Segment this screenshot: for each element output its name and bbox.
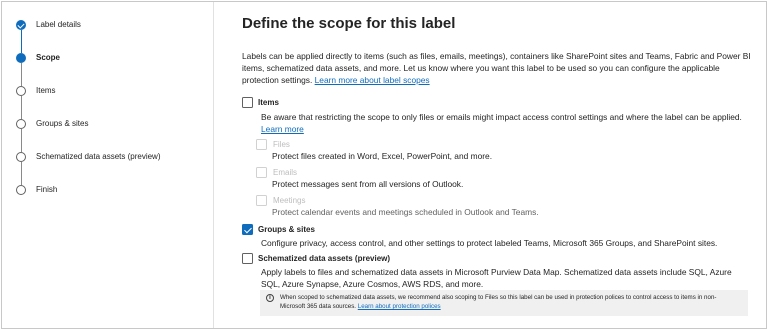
step-label: Label details [36, 20, 81, 29]
groups-sites-checkbox-label: Groups & sites [258, 225, 315, 234]
items-description: Be aware that restricting the scope to o… [261, 111, 751, 135]
files-checkbox[interactable] [256, 139, 267, 150]
step-label-details[interactable]: Label details [16, 18, 161, 53]
step-label: Finish [36, 185, 58, 194]
page-title: Define the scope for this label [242, 15, 456, 32]
items-option: Items Be aware that restricting the scop… [242, 97, 762, 137]
scope-panel: Define the scope for this label Labels c… [215, 2, 766, 328]
step-finish[interactable]: Finish [16, 183, 161, 216]
info-icon: i [266, 294, 274, 302]
step-pending-circle-icon [16, 152, 26, 162]
step-connector [20, 63, 22, 86]
step-current-dot-icon [16, 53, 26, 63]
step-pending-circle-icon [16, 119, 26, 129]
meetings-checkbox-label: Meetings [273, 196, 306, 205]
items-description-text: Be aware that restricting the scope to o… [261, 112, 742, 122]
step-connector [20, 162, 22, 185]
step-groups-sites[interactable]: Groups & sites [16, 117, 161, 152]
schematized-data-assets-checkbox[interactable] [242, 253, 253, 264]
step-items[interactable]: Items [16, 84, 161, 119]
learn-more-label-scopes-link[interactable]: Learn more about label scopes [315, 75, 430, 85]
step-label: Groups & sites [36, 119, 89, 128]
emails-sub-option: Emails Protect messages sent from all ve… [256, 167, 736, 193]
step-connector [20, 30, 22, 53]
files-sub-option: Files Protect files created in Word, Exc… [256, 139, 736, 165]
step-pending-circle-icon [16, 86, 26, 96]
emails-description: Protect messages sent from all versions … [272, 179, 464, 189]
meetings-sub-option: Meetings Protect calendar events and mee… [256, 195, 736, 221]
learn-about-protection-policies-link[interactable]: Learn about protection polices [358, 303, 441, 310]
step-scope[interactable]: Scope [16, 51, 161, 86]
wizard-steps-list: Label details Scope Items Groups & sites [16, 18, 161, 216]
emails-checkbox-label: Emails [273, 168, 298, 177]
page-description: Labels can be applied directly to items … [242, 50, 752, 86]
groups-sites-checkbox[interactable] [242, 224, 253, 235]
step-completed-check-icon [16, 20, 26, 30]
items-checkbox-label: Items [258, 98, 279, 107]
meetings-checkbox[interactable] [256, 195, 267, 206]
groups-sites-option: Groups & sites Configure privacy, access… [242, 224, 762, 250]
schematized-data-assets-description: Apply labels to files and schematized da… [261, 267, 732, 289]
step-connector [20, 129, 22, 152]
step-label: Schematized data assets (preview) [36, 152, 161, 161]
label-wizard-window: Label details Scope Items Groups & sites [1, 1, 767, 329]
items-checkbox[interactable] [242, 97, 253, 108]
step-label: Scope [36, 53, 61, 62]
emails-checkbox[interactable] [256, 167, 267, 178]
info-message-text: When scoped to schematized data assets, … [280, 294, 717, 310]
groups-sites-description: Configure privacy, access control, and o… [261, 238, 718, 248]
step-connector [20, 96, 22, 119]
files-checkbox-label: Files [273, 140, 290, 149]
files-description: Protect files created in Word, Excel, Po… [272, 151, 493, 161]
items-learn-more-link[interactable]: Learn more [261, 124, 304, 134]
step-schematized-data-assets[interactable]: Schematized data assets (preview) [16, 150, 161, 185]
schematized-info-message: i When scoped to schematized data assets… [260, 290, 748, 316]
meetings-description: Protect calendar events and meetings sch… [272, 207, 539, 217]
step-label: Items [36, 86, 56, 95]
schematized-data-assets-option: Schematized data assets (preview) Apply … [242, 253, 762, 289]
step-pending-circle-icon [16, 185, 26, 195]
schematized-data-assets-checkbox-label: Schematized data assets (preview) [258, 254, 391, 263]
wizard-steps-nav: Label details Scope Items Groups & sites [2, 2, 214, 328]
